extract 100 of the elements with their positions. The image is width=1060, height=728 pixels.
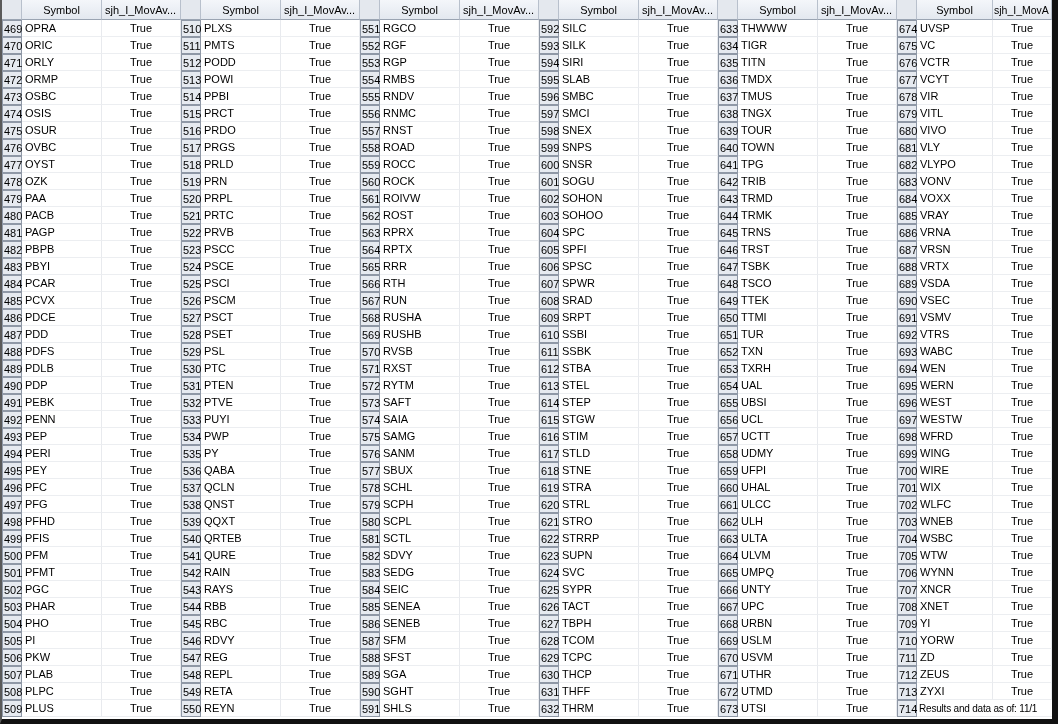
row-number: 656 — [718, 411, 738, 428]
table-cell: True — [993, 496, 1052, 513]
column-header[interactable]: Symbol — [559, 0, 639, 20]
column-header[interactable]: Symbol — [380, 0, 460, 20]
table-cell: True — [993, 224, 1052, 241]
row-number: 538 — [181, 496, 201, 513]
row-number: 666 — [718, 581, 738, 598]
row-number: 571 — [360, 360, 380, 377]
table-cell: OSBC — [22, 88, 102, 105]
row-number: 501 — [2, 564, 22, 581]
row-number: 632 — [539, 700, 559, 717]
row-number: 481 — [2, 224, 22, 241]
table-cell: VOXX — [917, 190, 993, 207]
table-cell: SILC — [559, 20, 639, 37]
row-number: 566 — [360, 275, 380, 292]
table-cell: TIGR — [738, 37, 818, 54]
row-number: 580 — [360, 513, 380, 530]
table-cell: TUR — [738, 326, 818, 343]
row-number: 548 — [181, 666, 201, 683]
row-number: 556 — [360, 105, 380, 122]
table-cell: SGHT — [380, 683, 460, 700]
row-number: 618 — [539, 462, 559, 479]
table-cell: QABA — [201, 462, 281, 479]
row-number: 487 — [2, 326, 22, 343]
table-cell: TITN — [738, 54, 818, 71]
column-header[interactable]: sjh_I_MovAv... — [639, 0, 718, 20]
row-number: 697 — [897, 411, 917, 428]
table-cell: PDLB — [22, 360, 102, 377]
table-cell: UCL — [738, 411, 818, 428]
row-number: 533 — [181, 411, 201, 428]
row-number: 562 — [360, 207, 380, 224]
row-number: 559 — [360, 156, 380, 173]
table-cell: TXN — [738, 343, 818, 360]
table-cell: SOGU — [559, 173, 639, 190]
column-header[interactable]: sjh_I_MovAv... — [102, 0, 181, 20]
column-header[interactable]: Symbol — [201, 0, 281, 20]
row-number: 680 — [897, 122, 917, 139]
row-number: 701 — [897, 479, 917, 496]
table-cell: True — [993, 462, 1052, 479]
row-number: 678 — [897, 88, 917, 105]
row-number: 511 — [181, 37, 201, 54]
row-number: 651 — [718, 326, 738, 343]
row-number: 674 — [897, 20, 917, 37]
table-cell: SIRI — [559, 54, 639, 71]
table-cell: RMBS — [380, 71, 460, 88]
table-cell: True — [993, 360, 1052, 377]
row-number: 507 — [2, 666, 22, 683]
table-cell: PEY — [22, 462, 102, 479]
row-number: 588 — [360, 649, 380, 666]
table-cell: True — [993, 683, 1052, 700]
row-number: 688 — [897, 258, 917, 275]
table-cell: STEL — [559, 377, 639, 394]
row-number: 706 — [897, 564, 917, 581]
row-number: 596 — [539, 88, 559, 105]
table-cell: SAFT — [380, 394, 460, 411]
table-cell: QRTEB — [201, 530, 281, 547]
table-cell: RAYS — [201, 581, 281, 598]
column-header[interactable]: Symbol — [917, 0, 993, 20]
row-number: 705 — [897, 547, 917, 564]
table-cell: PRCT — [201, 105, 281, 122]
row-number: 579 — [360, 496, 380, 513]
column-header[interactable]: sjh_I_MovAv... — [460, 0, 539, 20]
table-cell: VIR — [917, 88, 993, 105]
table-cell: True — [993, 598, 1052, 615]
table-cell: SCHL — [380, 479, 460, 496]
column-header[interactable]: Symbol — [22, 0, 102, 20]
table-cell: TBPH — [559, 615, 639, 632]
row-number: 521 — [181, 207, 201, 224]
column-header[interactable]: sjh_I_MovAv... — [281, 0, 360, 20]
table-cell: SEDG — [380, 564, 460, 581]
row-number: 630 — [539, 666, 559, 683]
table-cell: REPL — [201, 666, 281, 683]
row-number: 619 — [539, 479, 559, 496]
column-header[interactable]: sjh_I_MovAv... — [818, 0, 897, 20]
table-cell: PDFS — [22, 343, 102, 360]
row-number: 550 — [181, 700, 201, 717]
row-number: 517 — [181, 139, 201, 156]
table-cell: PDCE — [22, 309, 102, 326]
column-header[interactable]: sjh_I_MovA — [993, 0, 1052, 20]
row-number: 474 — [2, 105, 22, 122]
row-number: 555 — [360, 88, 380, 105]
table-cell: VSMV — [917, 309, 993, 326]
column-header[interactable]: Symbol — [738, 0, 818, 20]
row-number: 573 — [360, 394, 380, 411]
row-number: 693 — [897, 343, 917, 360]
table-cell: PRN — [201, 173, 281, 190]
row-number: 661 — [718, 496, 738, 513]
row-number: 620 — [539, 496, 559, 513]
row-number: 670 — [718, 649, 738, 666]
table-cell: PCVX — [22, 292, 102, 309]
row-number: 492 — [2, 411, 22, 428]
table-cell: WABC — [917, 343, 993, 360]
table-cell: SLAB — [559, 71, 639, 88]
table-cell: WYNN — [917, 564, 993, 581]
row-number: 473 — [2, 88, 22, 105]
row-number: 643 — [718, 190, 738, 207]
row-number: 552 — [360, 37, 380, 54]
row-number: 514 — [181, 88, 201, 105]
table-cell: STGW — [559, 411, 639, 428]
row-number: 477 — [2, 156, 22, 173]
